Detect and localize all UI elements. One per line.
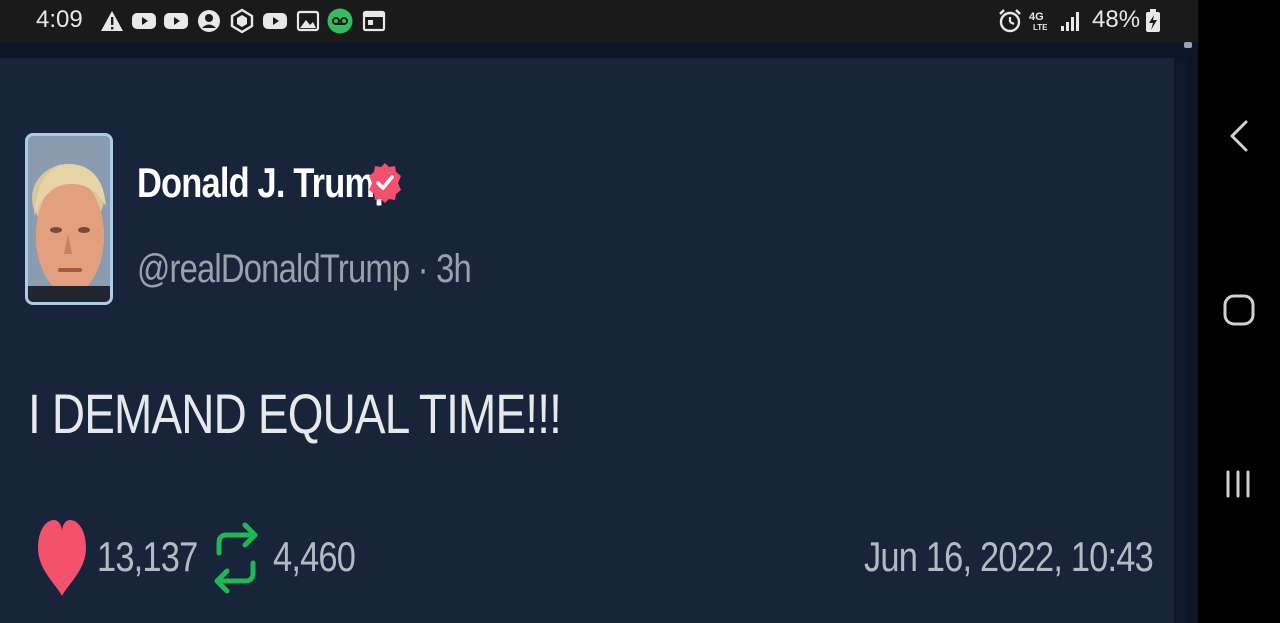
status-bar: 4:09 4G LTE 48%	[0, 0, 1198, 42]
like-count: 13,137	[97, 533, 198, 580]
alarm-icon	[999, 9, 1021, 33]
lte-icon: 4G LTE	[1029, 11, 1048, 32]
image-viewer: Donald J. Trump @realDonaldTrump · 3h I …	[0, 42, 1198, 623]
handle-line: @realDonaldTrump · 3h	[137, 244, 472, 294]
battery-percent: 48%	[1092, 6, 1141, 33]
status-time: 4:09	[36, 6, 83, 33]
warning-icon	[101, 11, 123, 31]
voicemail-icon	[327, 8, 353, 34]
svg-text:LTE: LTE	[1033, 23, 1048, 32]
verified-badge-icon	[369, 163, 401, 203]
battery-charging-icon	[1146, 9, 1160, 32]
back-icon[interactable]	[1198, 106, 1280, 166]
home-icon[interactable]	[1198, 280, 1280, 340]
svg-text:4G: 4G	[1029, 11, 1044, 23]
tweet-text: I DEMAND EQUAL TIME!!!	[28, 382, 562, 445]
navigation-bar	[1198, 0, 1280, 623]
heart-icon[interactable]	[36, 516, 88, 598]
avatar[interactable]	[25, 133, 113, 305]
tweet-age: 3h	[436, 247, 472, 291]
handle[interactable]: @realDonaldTrump	[137, 247, 410, 291]
crypto-icon	[230, 8, 254, 34]
gallery-icon	[296, 10, 320, 32]
tweet-card: Donald J. Trump @realDonaldTrump · 3h I …	[0, 58, 1174, 623]
youtube-icon	[263, 13, 287, 29]
calendar-icon	[362, 10, 386, 32]
youtube-icon	[164, 13, 188, 29]
scrollbar[interactable]	[1176, 60, 1186, 623]
account-circle-icon	[198, 10, 220, 32]
youtube-icon	[132, 13, 156, 29]
retweet-count: 4,460	[273, 533, 356, 580]
separator: ·	[417, 247, 429, 291]
scrollbar-thumb[interactable]	[1184, 42, 1192, 48]
tweet-timestamp: Jun 16, 2022, 10:43	[864, 533, 1154, 580]
signal-icon	[1061, 12, 1079, 31]
display-name[interactable]: Donald J. Trump	[137, 158, 395, 208]
recents-icon[interactable]	[1198, 454, 1280, 514]
profile-photo	[28, 136, 110, 302]
retweet-icon[interactable]	[211, 513, 261, 603]
